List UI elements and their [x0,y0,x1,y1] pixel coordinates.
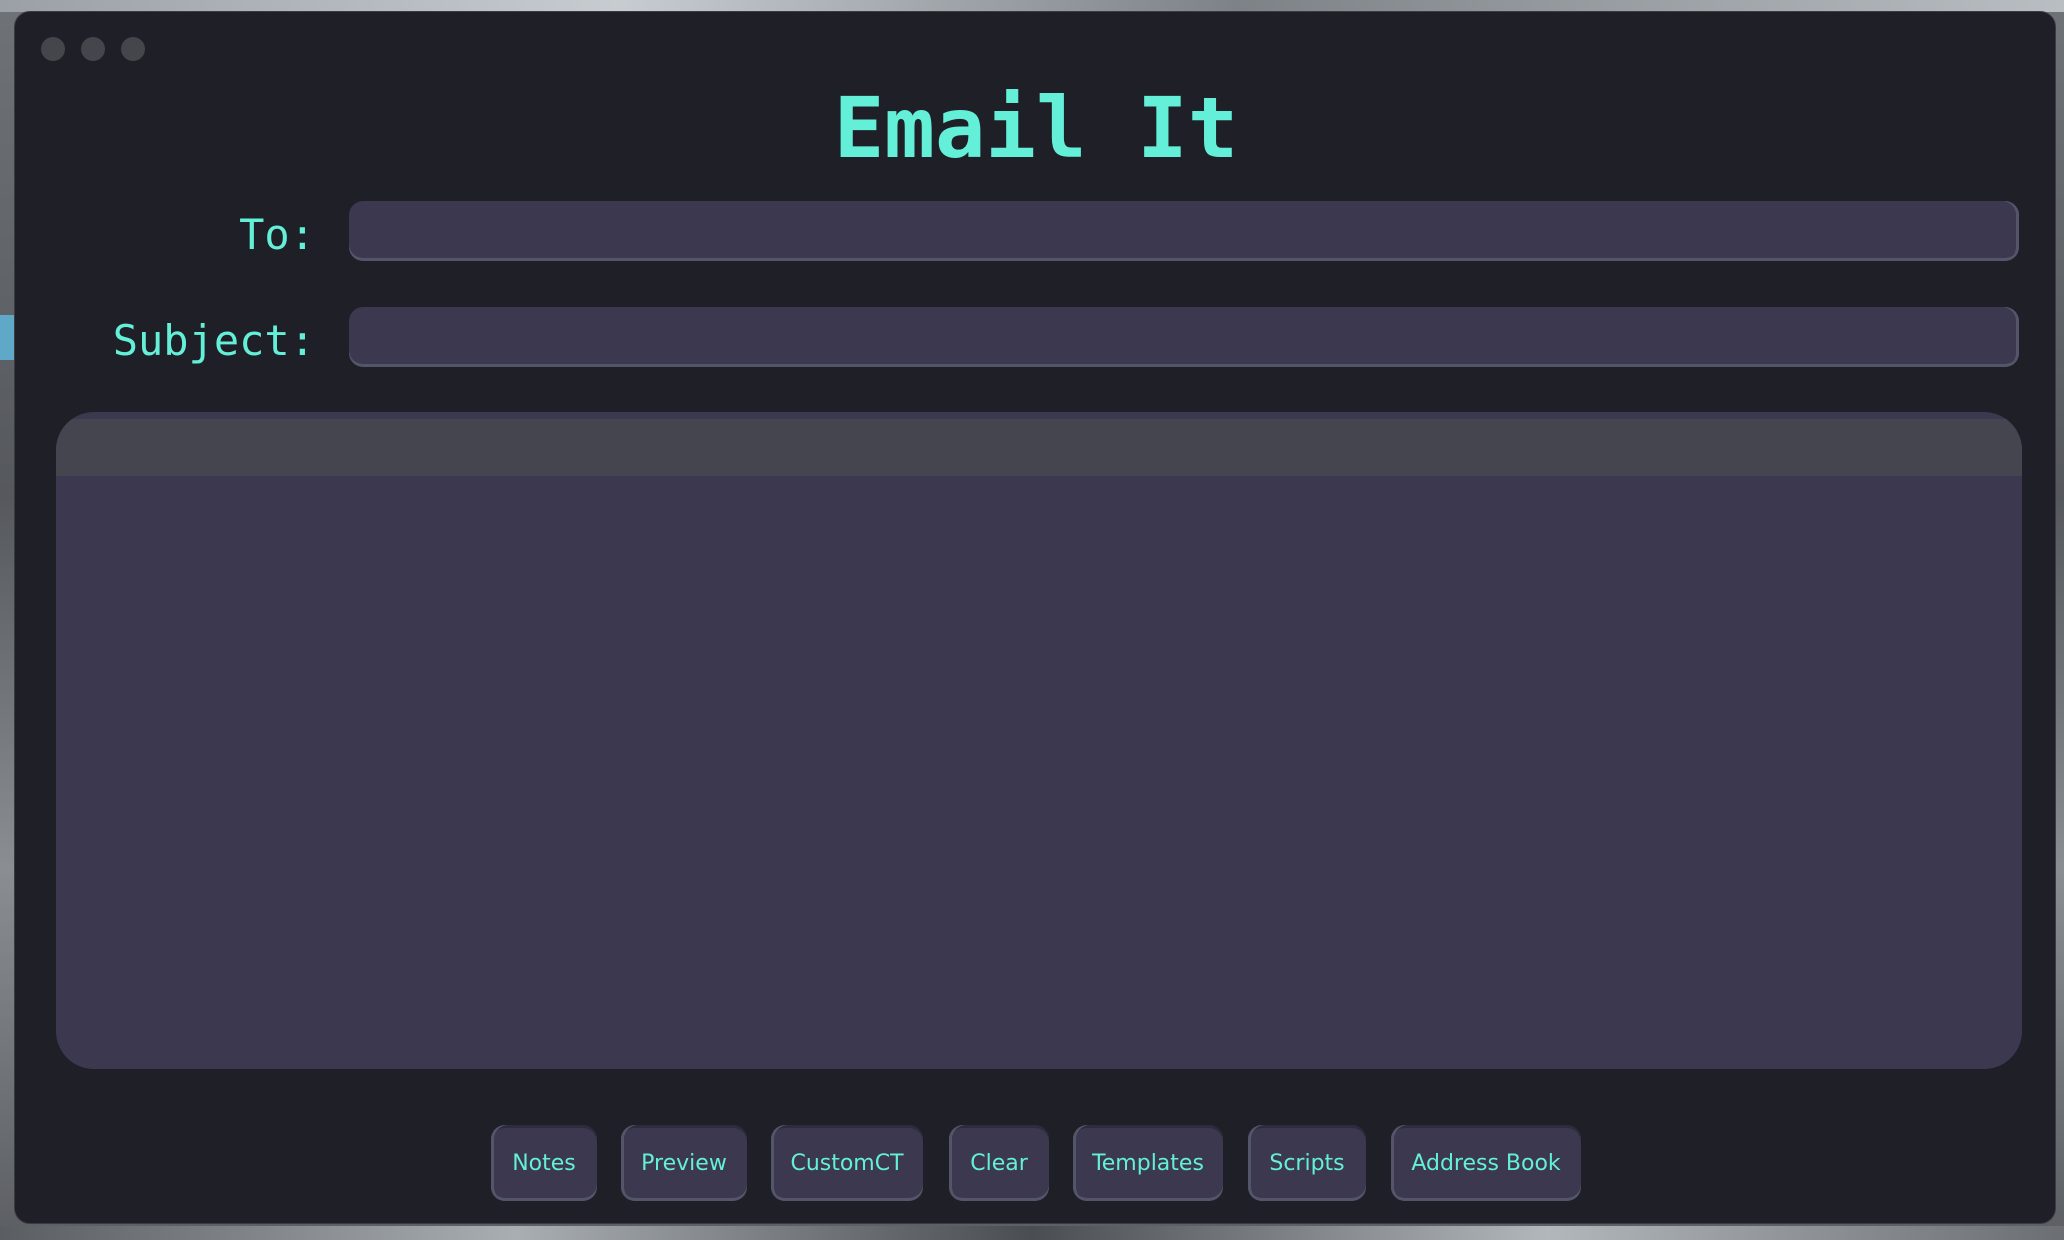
action-button-bar: Notes Preview CustomCT Clear Templates S… [15,1125,2055,1201]
address-book-button[interactable]: Address Book [1391,1125,1581,1201]
message-body[interactable] [56,476,2022,1069]
preview-button[interactable]: Preview [621,1125,747,1201]
clear-button[interactable]: Clear [949,1125,1049,1201]
customct-button[interactable]: CustomCT [771,1125,923,1201]
minimize-window-button[interactable] [81,37,105,61]
to-label: To: [239,210,315,259]
editor-toolbar[interactable] [56,419,2022,476]
zoom-window-button[interactable] [121,37,145,61]
message-editor [56,412,2022,1069]
desktop-background-bottom [0,1226,2064,1240]
subject-label: Subject: [112,316,315,365]
notes-button[interactable]: Notes [491,1125,597,1201]
subject-field[interactable] [349,307,2019,367]
templates-button[interactable]: Templates [1073,1125,1223,1201]
to-field[interactable] [349,201,2019,261]
app-title: Email It [833,79,1239,177]
scripts-button[interactable]: Scripts [1248,1125,1366,1201]
close-window-button[interactable] [41,37,65,61]
app-window: Email It To: Subject: Notes Preview Cust… [14,11,2056,1224]
